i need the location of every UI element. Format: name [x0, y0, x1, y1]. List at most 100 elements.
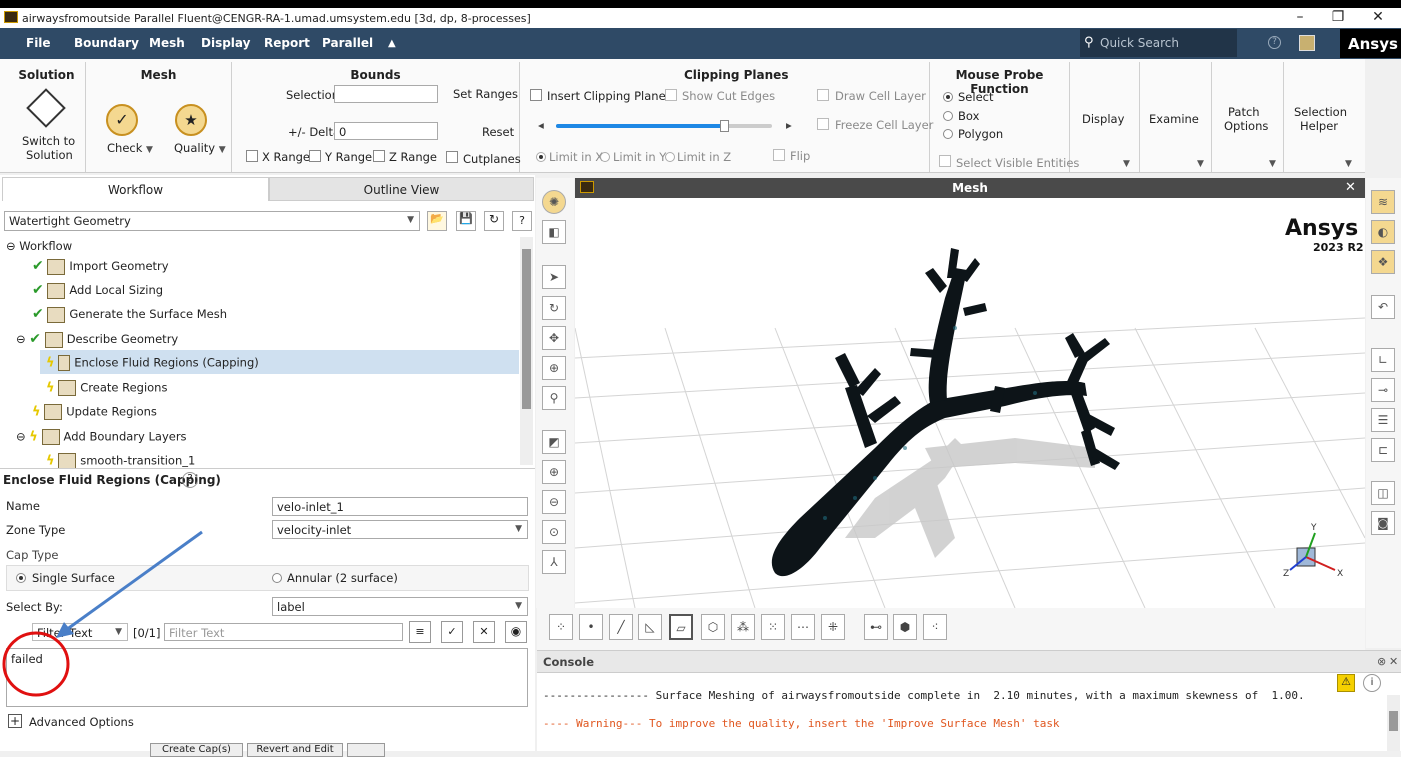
name-input[interactable]: velo-inlet_1 — [272, 497, 528, 516]
insert-clipping-checkbox[interactable] — [530, 89, 542, 101]
tree-item-describe-geometry[interactable]: ⊖ ✔ Describe Geometry — [16, 331, 178, 348]
properties-icon[interactable]: ⊏ — [1371, 438, 1395, 462]
delta-field[interactable]: 0 — [334, 122, 438, 140]
revert-edit-button[interactable]: Revert and Edit — [247, 743, 343, 757]
undo-view-icon[interactable]: ↶ — [1371, 295, 1395, 319]
patch-options-button[interactable]: Patch — [1228, 105, 1260, 119]
rotate-tool-icon[interactable]: ↻ — [542, 296, 566, 320]
freeze-cell-layer-checkbox[interactable] — [817, 118, 829, 130]
save-workflow-icon[interactable]: 💾 — [456, 211, 476, 231]
y-range-checkbox[interactable] — [309, 150, 321, 162]
helper-dropdown-icon[interactable]: ▼ — [1345, 159, 1352, 169]
console-scroll-thumb[interactable] — [1389, 711, 1398, 731]
tree-item-update-regions[interactable]: ϟ Update Regions — [32, 404, 157, 420]
limit-z-radio[interactable] — [665, 152, 675, 162]
display-button[interactable]: Display — [1082, 112, 1124, 126]
slider-right-arrow[interactable]: ▸ — [786, 118, 792, 132]
zoom-in-icon[interactable]: ⊕ — [542, 460, 566, 484]
console-settings-icon[interactable]: ⊗ — [1377, 655, 1386, 668]
x-range-checkbox[interactable] — [246, 150, 258, 162]
flip-checkbox[interactable] — [773, 149, 785, 161]
console-close-icon[interactable]: ✕ — [1389, 655, 1398, 668]
create-caps-button[interactable]: Create Cap(s) — [150, 743, 243, 757]
menu-mesh[interactable]: Mesh — [149, 36, 185, 50]
draw-selections-icon[interactable]: ◉ — [505, 621, 527, 643]
view-cube-icon[interactable]: ◧ — [542, 220, 566, 244]
z-range-checkbox[interactable] — [373, 150, 385, 162]
collapse-icon[interactable]: ⊖ — [6, 239, 16, 253]
select-all-icon[interactable]: ≡ — [409, 621, 431, 643]
clipping-slider-track[interactable] — [556, 120, 772, 132]
switch-to-solution-button[interactable]: Switch to — [22, 134, 75, 148]
probe-box-radio[interactable] — [943, 111, 953, 121]
zoom-fit-icon[interactable]: ⊙ — [542, 520, 566, 544]
limit-y-radio[interactable] — [600, 152, 610, 162]
select-zone-icon[interactable]: ▱ — [669, 614, 693, 640]
select-grid-icon[interactable]: ⁜ — [821, 614, 845, 640]
examine-dropdown-icon[interactable]: ▼ — [1197, 159, 1204, 169]
tree-root[interactable]: ⊖ Workflow — [6, 239, 72, 253]
tree-item-import-geometry[interactable]: ✔ Import Geometry — [32, 258, 169, 275]
pan-tool-icon[interactable]: ✥ — [542, 326, 566, 350]
display-dropdown-icon[interactable]: ▼ — [1123, 159, 1130, 169]
report-icon[interactable]: ☰ — [1371, 408, 1395, 432]
selection-helper-button[interactable]: Selection — [1294, 105, 1347, 119]
advanced-options-toggle[interactable]: Advanced Options — [29, 715, 134, 729]
select-object-icon[interactable]: ⁂ — [731, 614, 755, 640]
select-edge-icon[interactable]: ╱ — [609, 614, 633, 640]
toggle-icon[interactable]: ⊸ — [1371, 378, 1395, 402]
console-scrollbar[interactable] — [1387, 695, 1400, 751]
pointer-tool-icon[interactable]: ➤ — [542, 265, 566, 289]
tree-item-boundary-layers[interactable]: ⊖ ϟ Add Boundary Layers — [16, 429, 187, 445]
open-workflow-icon[interactable]: 📂 — [427, 211, 447, 231]
examine-button[interactable]: Examine — [1149, 112, 1199, 126]
expand-icon[interactable]: + — [8, 714, 22, 728]
zoom-tool-icon[interactable]: ⊕ — [542, 356, 566, 380]
tree-item-enclose-fluid-regions[interactable]: ϟ Enclose Fluid Regions (Capping) — [46, 355, 259, 371]
tab-workflow[interactable]: Workflow — [2, 177, 269, 201]
axes-icon[interactable]: ⅄ — [542, 550, 566, 574]
zone-type-select[interactable]: velocity-inlet ▼ — [272, 520, 528, 539]
layers-icon[interactable]: ≋ — [1371, 190, 1395, 214]
tree-item-create-regions[interactable]: ϟ Create Regions — [46, 380, 167, 396]
tab-outline-view[interactable]: Outline View — [269, 177, 534, 201]
annular-radio[interactable] — [272, 573, 282, 583]
select-visible-checkbox[interactable] — [939, 155, 951, 167]
menu-file[interactable]: File — [26, 36, 51, 50]
restore-button[interactable]: ❐ — [1328, 9, 1348, 25]
task-help-icon[interactable]: ? — [182, 472, 198, 488]
slider-left-arrow[interactable]: ◂ — [538, 118, 544, 132]
menu-display[interactable]: Display — [201, 36, 250, 50]
select-face-icon[interactable]: ◺ — [638, 614, 662, 640]
cutplanes-checkbox[interactable] — [446, 151, 458, 163]
set-ranges-button[interactable]: Set Ranges — [453, 87, 518, 101]
collapse-icon[interactable]: ⊖ — [16, 332, 26, 346]
select-loop-icon[interactable]: ⊷ — [864, 614, 888, 640]
draw-cell-layer-checkbox[interactable] — [817, 89, 829, 101]
show-cut-edges-checkbox[interactable] — [665, 89, 677, 101]
menu-parallel[interactable]: Parallel — [322, 36, 373, 50]
select-line-nodes-icon[interactable]: ⋯ — [791, 614, 815, 640]
mesh-display-icon[interactable]: ❖ — [1371, 250, 1395, 274]
fit-view-icon[interactable]: ◩ — [542, 430, 566, 454]
probe-select-radio[interactable] — [943, 92, 953, 102]
mesh-view-icon[interactable]: ✺ — [542, 190, 566, 214]
selection-field[interactable] — [334, 85, 438, 103]
tree-item-surface-mesh[interactable]: ✔ Generate the Surface Mesh — [32, 306, 227, 323]
quick-search-input[interactable]: Quick Search — [1080, 29, 1237, 57]
limit-x-radio[interactable] — [536, 152, 546, 162]
select-body-icon[interactable]: ⬡ — [701, 614, 725, 640]
surface-icon[interactable]: ◐ — [1371, 220, 1395, 244]
collapse-icon[interactable]: ⊖ — [16, 430, 26, 444]
zoom-out-icon[interactable]: ⊖ — [542, 490, 566, 514]
select-by-select[interactable]: label ▼ — [272, 597, 528, 616]
info-icon[interactable]: i — [1363, 674, 1381, 692]
select-cluster-icon[interactable]: ⁖ — [923, 614, 947, 640]
collapse-ribbon-button[interactable]: ▲ — [388, 38, 396, 49]
probe-polygon-radio[interactable] — [943, 129, 953, 139]
workflow-help-icon[interactable]: ? — [512, 211, 532, 231]
refresh-workflow-icon[interactable]: ↻ — [484, 211, 504, 231]
deselect-all-icon[interactable]: ✕ — [473, 621, 495, 643]
tree-item-local-sizing[interactable]: ✔ Add Local Sizing — [32, 282, 163, 299]
extra-button[interactable] — [347, 743, 385, 757]
